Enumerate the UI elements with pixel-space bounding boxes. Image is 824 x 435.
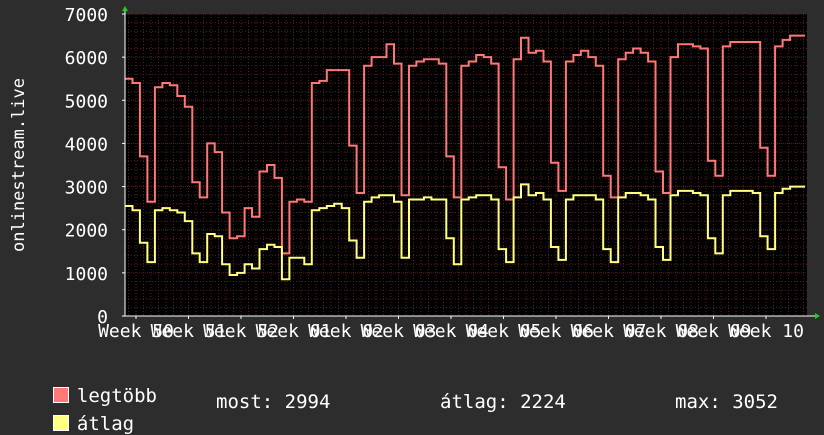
y-axis-label: onlinestream.live xyxy=(9,78,29,252)
x-tick-labels: Week 50Week 51Week 52Week 01Week 02Week … xyxy=(98,316,804,342)
y-tick-label: 3000 xyxy=(65,178,108,199)
y-tick-label: 2000 xyxy=(65,221,108,242)
x-tick-label: Week 10 xyxy=(728,321,804,342)
chart: 01000200030004000500060007000 Week 50Wee… xyxy=(9,5,820,342)
stat-now: most: 2994 xyxy=(216,391,331,413)
legend-avg: átlag xyxy=(30,391,134,435)
y-axis-arrow xyxy=(122,6,128,11)
stat-avg: átlag: 2224 xyxy=(440,391,566,413)
legend-avg-swatch xyxy=(52,415,69,431)
legend-avg-label: átlag xyxy=(76,413,135,435)
y-tick-label: 4000 xyxy=(65,134,108,155)
stat-max: max: 3052 xyxy=(675,391,778,413)
y-tick-label: 1000 xyxy=(65,264,108,285)
y-tick-label: 6000 xyxy=(65,48,108,69)
y-tick-label: 5000 xyxy=(65,91,108,112)
y-tick-label: 7000 xyxy=(65,5,108,26)
x-axis-arrow xyxy=(815,313,820,319)
y-tick-labels: 01000200030004000500060007000 xyxy=(65,5,125,328)
